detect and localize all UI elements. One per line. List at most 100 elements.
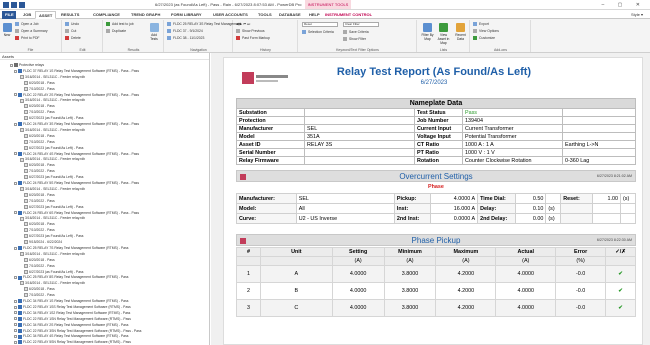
show-previous-button[interactable]: Show Previous [236,28,265,34]
new-button[interactable]: New [1,23,13,37]
expand-toggle-icon[interactable] [14,152,17,156]
tab-results[interactable]: RESULTS [58,11,82,19]
expand-toggle-icon[interactable] [14,335,17,338]
expand-toggle-icon[interactable] [14,246,17,250]
nameplate-extra [562,148,636,157]
tab-compliance[interactable]: COMPLIANCE [90,11,123,19]
setting-label: 2nd Delay: [477,213,517,224]
selection-criteria-button[interactable]: Selection Criteria [302,29,334,35]
expand-toggle-icon[interactable] [14,276,17,279]
column-header[interactable]: Error [555,247,607,257]
test-icon [24,204,28,209]
export-button[interactable]: Export [473,21,489,27]
nameplate-label: CT Ratio [414,140,463,149]
clear-filter-button[interactable]: Clear Filter [343,22,379,27]
tab-job[interactable]: JOB [20,11,34,19]
tree-item[interactable]: FLDC 22 RELAY 5SN Relay Test Management … [14,339,131,345]
nav-item-2[interactable]: FLDC 37 - 9/1/2024 [167,28,203,34]
test-icon [20,281,24,286]
save-icon[interactable] [3,2,9,8]
expand-toggle-icon[interactable] [14,299,17,303]
recent-data-button[interactable]: Recent Data [453,23,468,41]
expand-toggle-icon[interactable] [14,340,17,344]
expand-toggle-icon[interactable] [14,323,17,327]
tab-file[interactable]: FILE [2,11,16,19]
expand-toggle-icon[interactable] [14,305,17,309]
tab-trend-graph[interactable]: TREND GRAPH [128,11,163,19]
nav-item-1[interactable]: FLDC 25 RELAY 3S Relay Test Management [167,21,241,27]
export-icon [473,22,477,27]
expand-toggle-icon[interactable] [14,211,17,215]
expand-toggle-icon[interactable] [14,329,17,333]
tree-item-label: 6/20/2018 - Pass [29,104,55,109]
tree-item-label: FLDC 37 RELAY 1S Relay Test Management S… [23,68,140,73]
open-summary-button[interactable]: Open a Summary [15,28,48,34]
expand-toggle-icon[interactable] [14,317,17,321]
tab-database[interactable]: DATABASE [276,11,304,19]
expand-toggle-icon[interactable] [10,63,13,67]
save-criteria-button[interactable]: Save Criteria [343,29,369,35]
table-cell: 3.8000 [383,265,437,283]
tree-item-label: 7/10/2022 - Pass [29,293,55,298]
tree-item-label: FLDC 24 RELAY 6S Relay Test Management S… [23,210,140,215]
tree-item-label: FLDC 34 RELAY 4S Relay Test Management S… [23,334,129,339]
column-header[interactable]: # [236,247,261,257]
undo-icon[interactable] [11,2,17,8]
expand-toggle-icon[interactable] [14,311,17,315]
expand-toggle-icon[interactable] [14,122,17,126]
customize-button[interactable]: Customize [473,35,495,41]
column-header[interactable]: Unit [259,247,333,257]
tab-help[interactable]: HELP [306,11,323,19]
print-pdf-button[interactable]: Print to PDF [15,35,39,41]
expand-toggle-icon[interactable] [14,181,17,185]
tree-item-label: 3/16/2014 - SEL311C - Feeder relay.rdb [25,74,85,79]
job-icon [18,299,22,304]
past-form-markup-button[interactable]: Past Form Markup [236,35,270,41]
column-unit: (A) [495,256,557,266]
view-options-button[interactable]: View Options [473,28,499,34]
show-filter-button[interactable]: Show Filter [343,36,366,42]
history-nav-arrows[interactable]: ◀ ▶ ⏮ ⏭ [236,21,250,27]
column-header[interactable]: Actual [495,247,557,257]
delete-button[interactable]: Delete [65,35,81,41]
redo-icon[interactable] [19,2,25,8]
ribbon-group-lists: Filter By Map View Asset in Map Recent D… [418,20,470,52]
open-job-button[interactable]: Open a Job [15,21,39,27]
nameplate-label: Substation [236,108,305,117]
nav-item-3[interactable]: FLDC 38 - 11/1/2023 [167,35,204,41]
tab-form-library[interactable]: FORM LIBRARY [168,11,205,19]
report-viewer[interactable]: Relay Test Report (As Found/As Left) 6/2… [211,53,650,345]
nameplate-extra: 0-360 Lag [562,156,636,165]
column-header[interactable]: Minimum [383,247,437,257]
new-icon [2,23,12,32]
table-row[interactable]: 1 A 4.0000 3.8000 4.2000 4.0000 -0.0 ✔ [236,265,636,283]
table-cell: 4.0000 [331,299,385,317]
tab-tools[interactable]: TOOLS [255,11,275,19]
view-asset-map-button[interactable]: View Asset in Map [436,23,451,45]
duplicate-button[interactable]: Duplicate [106,28,126,34]
column-header[interactable]: ✓/✗ [605,247,636,257]
add-tests-button[interactable]: Add Tests [148,23,160,41]
tab-asset[interactable]: ASSET [35,11,57,19]
table-row[interactable]: 3 C 4.0000 3.8000 4.2000 4.0000 -0.0 ✔ [236,299,636,317]
cut-button[interactable]: Cut [65,28,76,34]
expand-toggle-icon[interactable] [14,69,17,73]
column-header[interactable]: Maximum [435,247,497,257]
report-page: Relay Test Report (As Found/As Left) 6/2… [223,57,643,345]
filter-by-map-button[interactable]: Filter By Map [420,23,435,41]
style-select[interactable]: Style ▾ [628,11,646,19]
expand-toggle-icon[interactable] [14,93,17,97]
window-controls[interactable]: – ▢ ✕ [602,0,646,10]
setting-label: Time Dial: [477,193,517,204]
ribbon-group-filter: Reset Clear Filter Selection Criteria Sa… [299,20,417,52]
group-label-addons: Add-ons [493,48,508,52]
tree-item-label: 6/27/2023 (as Found/As Left) - Pass [29,269,84,274]
add-test-button[interactable]: Add test to job [106,21,134,27]
tab-instrument-control[interactable]: INSTRUMENT CONTROL [322,11,375,19]
undo-button[interactable]: Undo [65,21,79,27]
table-row[interactable]: 2 B 4.0000 3.8000 4.2000 4.0000 -0.0 ✔ [236,282,636,300]
tab-user-accounts[interactable]: USER ACCOUNTS [210,11,251,19]
filter-reset-select[interactable]: Reset [302,22,338,27]
column-header[interactable]: Setting [331,247,385,257]
nameplate-extra [562,132,636,141]
